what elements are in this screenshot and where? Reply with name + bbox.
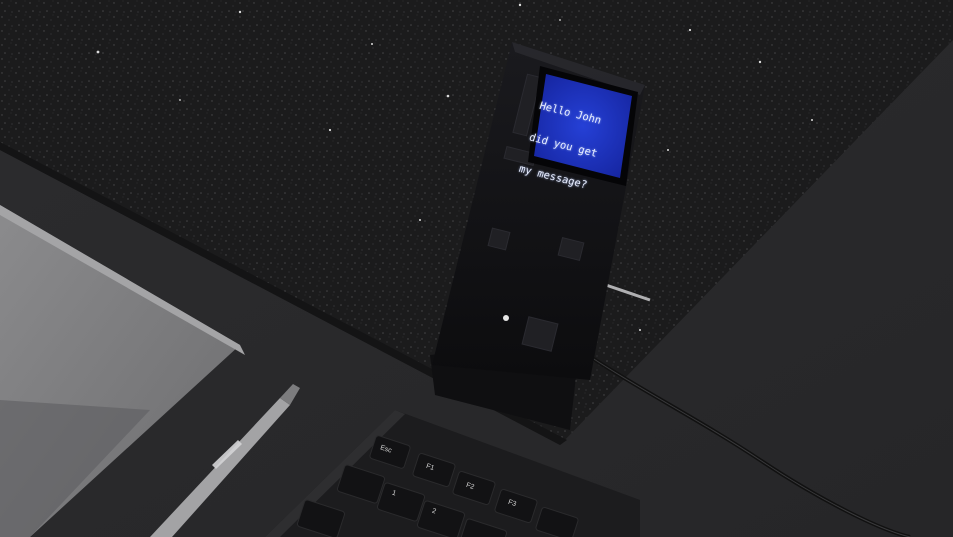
oled-line-1: Hello John — [537, 100, 603, 127]
oled-line-2: did you get — [527, 131, 599, 160]
scene-drawing — [0, 0, 953, 537]
photo-scene: Esc F1 F2 F3 1 2 Hello John did you get … — [0, 0, 953, 537]
led — [503, 315, 509, 321]
oled-line-3: my message? — [517, 162, 589, 192]
